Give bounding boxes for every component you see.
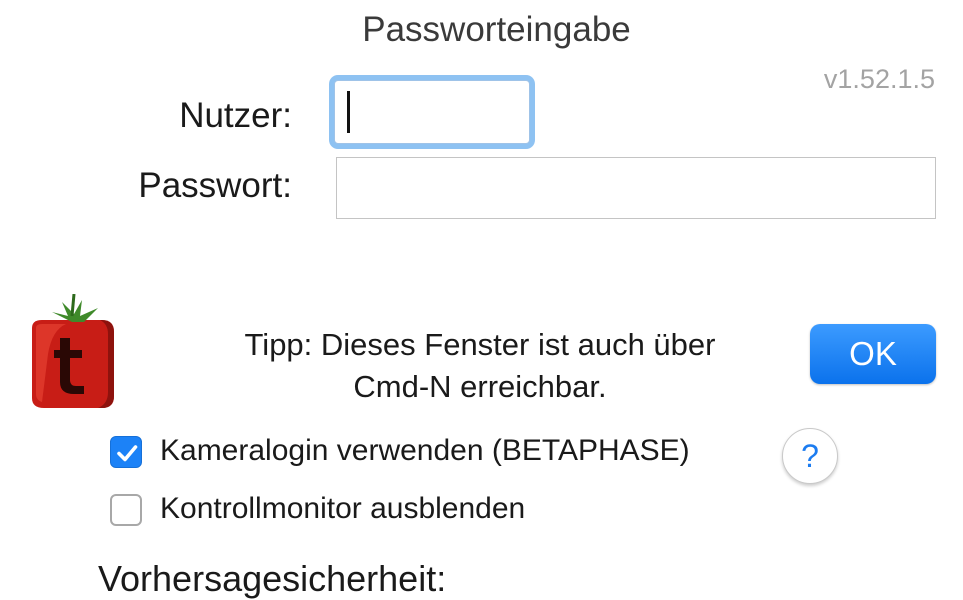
password-input[interactable]: [336, 157, 936, 219]
camera-login-label[interactable]: Kameralogin verwenden (BETAPHASE): [160, 434, 690, 468]
user-label: Nutzer:: [179, 96, 292, 135]
dialog-title: Passworteingabe: [362, 10, 631, 49]
tip-text: Tipp: Dieses Fenster ist auch über Cmd-N…: [160, 324, 800, 408]
tomato-t-logo-icon: [32, 294, 114, 408]
text-caret: [347, 91, 350, 133]
camera-login-checkbox[interactable]: [110, 436, 142, 468]
user-input[interactable]: [334, 80, 530, 144]
password-label: Passwort:: [138, 166, 292, 205]
tip-line-2: Cmd-N erreichbar.: [353, 369, 607, 404]
ok-button[interactable]: OK: [810, 324, 936, 384]
checkmark-icon: [117, 445, 138, 462]
hide-monitor-label[interactable]: Kontrollmonitor ausblenden: [160, 492, 525, 526]
hide-monitor-checkbox[interactable]: [110, 494, 142, 526]
login-dialog: Passworteingabe v1.52.1.5 Nutzer: Passwo…: [0, 0, 963, 600]
version-label: v1.52.1.5: [823, 64, 935, 94]
help-button[interactable]: ?: [782, 428, 838, 484]
prediction-confidence-label: Vorhersagesicherheit:: [98, 558, 447, 599]
tip-line-1: Tipp: Dieses Fenster ist auch über: [244, 327, 716, 362]
